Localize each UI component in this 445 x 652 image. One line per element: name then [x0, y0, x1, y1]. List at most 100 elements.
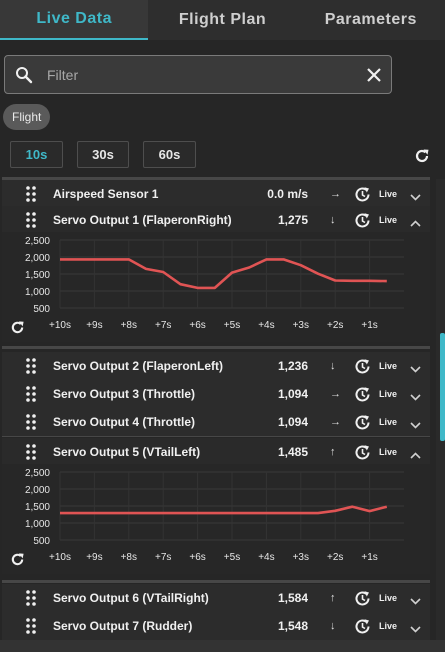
live-badge: Live — [379, 361, 398, 371]
x-tick-label: +8s — [121, 552, 137, 563]
row-name: Servo Output 1 (FlaperonRight) — [53, 213, 232, 227]
live-badge: Live — [379, 621, 398, 631]
x-tick-label: +2s — [327, 320, 343, 331]
y-tick-label: 500 — [33, 304, 50, 315]
filter-box — [4, 55, 392, 94]
x-tick-label: +3s — [293, 320, 309, 331]
live-badge: Live — [379, 189, 398, 199]
chevron-down-icon[interactable] — [410, 360, 421, 378]
chevron-up-icon[interactable] — [410, 214, 421, 232]
y-tick-label: 1,500 — [25, 270, 50, 281]
bottom-bar — [0, 640, 445, 652]
y-tick-label: 1,000 — [25, 287, 50, 298]
range-10s-button[interactable]: 10s — [10, 141, 63, 168]
row-value: 1,236 — [277, 359, 308, 373]
row-separator — [2, 580, 430, 583]
trend-arrow-icon: ↑ — [330, 446, 336, 458]
row-value: 1,275 — [277, 213, 308, 227]
history-icon[interactable] — [354, 386, 371, 408]
chip-flight[interactable]: Flight — [3, 104, 51, 130]
row-name: Servo Output 5 (VTailLeft) — [53, 445, 201, 459]
row-name: Servo Output 2 (FlaperonLeft) — [53, 359, 224, 373]
history-icon[interactable] — [354, 444, 371, 466]
chevron-down-icon[interactable] — [410, 416, 421, 434]
x-tick-label: +7s — [155, 552, 171, 563]
range-60s-button[interactable]: 60s — [143, 141, 196, 168]
row-name: Airspeed Sensor 1 — [53, 187, 159, 201]
drag-handle-icon[interactable] — [26, 358, 36, 374]
history-icon[interactable] — [354, 358, 371, 380]
x-tick-label: +2s — [327, 552, 343, 563]
y-tick-label: 2,500 — [25, 468, 50, 479]
x-tick-label: +5s — [224, 320, 240, 331]
drag-handle-icon[interactable] — [26, 186, 36, 202]
row-name: Servo Output 4 (Throttle) — [53, 415, 195, 429]
trend-arrow-icon: → — [330, 188, 341, 200]
scrollbar-thumb[interactable] — [440, 333, 445, 441]
history-icon[interactable] — [354, 186, 371, 208]
drag-handle-icon[interactable] — [26, 212, 36, 228]
row-value: 1,094 — [277, 387, 308, 401]
drag-handle-icon[interactable] — [26, 444, 36, 460]
line-chart: 2,500 2,000 1,500 1,000 500 +10s +9s +8s +7s +6s +… — [2, 464, 430, 574]
x-tick-label: +7s — [155, 320, 171, 331]
tab-live-data[interactable]: Live Data — [0, 0, 149, 40]
x-tick-label: +1s — [361, 320, 377, 331]
row-value: 1,094 — [277, 415, 308, 429]
drag-handle-icon[interactable] — [26, 414, 36, 430]
line-chart: 2,500 2,000 1,500 1,000 500 +10s +9s +8s +7s +6s +… — [2, 232, 430, 342]
history-icon[interactable] — [354, 212, 371, 234]
y-tick-label: 2,000 — [25, 485, 50, 496]
x-tick-label: +6s — [189, 320, 205, 331]
close-icon[interactable] — [357, 67, 391, 82]
history-icon[interactable] — [354, 590, 371, 612]
history-icon[interactable] — [354, 618, 371, 640]
range-30s-button[interactable]: 30s — [77, 141, 129, 168]
x-tick-label: +9s — [86, 320, 102, 331]
drag-handle-icon[interactable] — [26, 386, 36, 402]
row-value: 1,548 — [277, 619, 308, 633]
chevron-up-icon[interactable] — [410, 446, 421, 464]
x-tick-label: +1s — [361, 552, 377, 563]
live-data-row[interactable]: Servo Output 2 (FlaperonLeft) 1,236 ↓ Live — [2, 352, 430, 380]
drag-handle-icon[interactable] — [26, 590, 36, 606]
x-tick-label: +6s — [189, 552, 205, 563]
refresh-icon[interactable] — [414, 148, 430, 169]
x-tick-label: +9s — [86, 552, 102, 563]
x-tick-label: +5s — [224, 552, 240, 563]
chevron-down-icon[interactable] — [410, 388, 421, 406]
live-data-row[interactable]: Servo Output 4 (Throttle) 1,094 → Live — [2, 408, 430, 436]
live-data-row[interactable]: Servo Output 5 (VTailLeft) 1,485 ↑ Live — [2, 438, 430, 466]
y-tick-label: 2,000 — [25, 253, 50, 264]
trend-arrow-icon: ↑ — [330, 592, 336, 604]
live-badge: Live — [379, 447, 398, 457]
drag-handle-icon[interactable] — [26, 618, 36, 634]
live-data-row[interactable]: Airspeed Sensor 1 0.0 m/s → Live — [2, 180, 430, 208]
row-name: Servo Output 6 (VTailRight) — [53, 591, 209, 605]
chevron-down-icon[interactable] — [410, 188, 421, 206]
trend-arrow-icon: → — [330, 388, 341, 400]
live-data-row[interactable]: Servo Output 3 (Throttle) 1,094 → Live — [2, 380, 430, 408]
live-data-row[interactable]: Servo Output 7 (Rudder) 1,548 ↓ Live — [2, 612, 430, 640]
history-icon[interactable] — [354, 414, 371, 436]
x-tick-label: +4s — [258, 320, 274, 331]
trend-arrow-icon: ↓ — [330, 360, 336, 372]
tab-flight-plan[interactable]: Flight Plan — [148, 0, 296, 40]
filter-input[interactable] — [43, 66, 357, 83]
row-separator — [2, 346, 430, 349]
live-data-row[interactable]: Servo Output 6 (VTailRight) 1,584 ↑ Live — [2, 584, 430, 612]
x-tick-label: +3s — [293, 552, 309, 563]
live-badge: Live — [379, 417, 398, 427]
y-tick-label: 1,500 — [25, 502, 50, 513]
live-data-row[interactable]: Servo Output 1 (FlaperonRight) 1,275 ↓ Live — [2, 206, 430, 234]
x-tick-label: +10s — [49, 320, 71, 331]
chevron-down-icon[interactable] — [410, 592, 421, 610]
series-line — [60, 505, 388, 515]
chevron-down-icon[interactable] — [410, 620, 421, 638]
trend-arrow-icon: ↓ — [330, 620, 336, 632]
x-tick-label: +4s — [258, 552, 274, 563]
x-tick-label: +8s — [121, 320, 137, 331]
live-badge: Live — [379, 593, 398, 603]
y-tick-label: 2,500 — [25, 236, 50, 247]
tab-parameters[interactable]: Parameters — [297, 0, 445, 40]
